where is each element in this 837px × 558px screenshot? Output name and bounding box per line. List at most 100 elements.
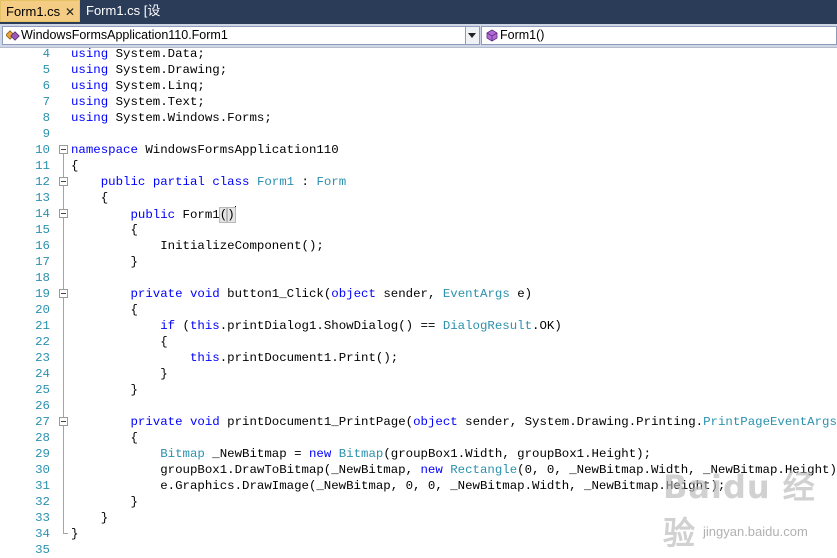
code-text: Bitmap _NewBitmap = new Bitmap(groupBox1…: [71, 446, 651, 462]
code-token: {: [71, 335, 168, 349]
collapse-icon[interactable]: [59, 417, 68, 426]
line-number: 27: [35, 415, 50, 429]
code-token: }: [71, 383, 138, 397]
line-number: 10: [35, 143, 50, 157]
code-line[interactable]: 26: [0, 398, 837, 414]
code-text: {: [71, 190, 108, 206]
code-line[interactable]: 19 private void button1_Click(object sen…: [0, 286, 837, 302]
code-text: }: [71, 510, 108, 526]
class-dropdown[interactable]: WindowsFormsApplication110.Form1: [2, 26, 480, 45]
code-line[interactable]: 13 {: [0, 190, 837, 206]
code-text: namespace WindowsFormsApplication110: [71, 142, 339, 158]
code-token: (: [175, 319, 190, 333]
line-number: 5: [42, 63, 50, 77]
collapse-icon[interactable]: [59, 145, 68, 154]
code-line[interactable]: 9: [0, 126, 837, 142]
code-token: {: [71, 159, 79, 173]
chevron-down-icon[interactable]: [465, 27, 479, 44]
code-text: using System.Drawing;: [71, 62, 227, 78]
keyword-token: private: [130, 415, 183, 429]
code-line[interactable]: 7 using System.Text;: [0, 94, 837, 110]
watermark: Baidu 经验 jingyan.baidu.com: [655, 462, 835, 554]
code-text: {: [71, 430, 138, 446]
code-text: InitializeComponent();: [71, 238, 324, 254]
code-token: }: [71, 255, 138, 269]
line-number: 28: [35, 431, 50, 445]
line-number: 9: [42, 127, 50, 141]
line-number: 8: [42, 111, 50, 125]
code-line[interactable]: 8 using System.Windows.Forms;: [0, 110, 837, 126]
code-token: {: [71, 431, 138, 445]
code-line[interactable]: 18: [0, 270, 837, 286]
code-token: :: [294, 175, 317, 189]
code-token: }: [71, 367, 168, 381]
document-tab-bar: Form1.cs ✕ Form1.cs [设计]: [0, 0, 837, 40]
code-token: }: [71, 527, 79, 541]
method-icon: [486, 29, 498, 42]
code-line[interactable]: 25 }: [0, 382, 837, 398]
line-number: 17: [35, 255, 50, 269]
code-token: .OK): [532, 319, 562, 333]
collapse-icon[interactable]: [59, 289, 68, 298]
code-line[interactable]: 17 }: [0, 254, 837, 270]
code-line[interactable]: 29 Bitmap _NewBitmap = new Bitmap(groupB…: [0, 446, 837, 462]
code-line[interactable]: 11 {: [0, 158, 837, 174]
code-line[interactable]: 5 using System.Drawing;: [0, 62, 837, 78]
collapse-icon[interactable]: [59, 209, 68, 218]
code-line[interactable]: 4 using System.Data;: [0, 46, 837, 62]
code-line[interactable]: 27 private void printDocument1_PrintPage…: [0, 414, 837, 430]
code-text: }: [71, 494, 137, 510]
brace-match-token: ): [226, 207, 236, 223]
code-line[interactable]: 16 InitializeComponent();: [0, 238, 837, 254]
code-token: .printDocument1.Print();: [219, 351, 399, 365]
type-token: PrintPageEventArgs: [703, 415, 837, 429]
type-token: DialogResult: [442, 319, 533, 333]
type-token: EventArgs: [442, 287, 510, 301]
code-text: using System.Linq;: [71, 78, 205, 94]
code-text: using System.Windows.Forms;: [71, 110, 272, 126]
code-text: public Form1(): [71, 206, 236, 223]
code-token: e.Graphics.DrawImage(_NewBitmap, 0, 0, _…: [71, 479, 726, 493]
line-number: 35: [35, 543, 50, 557]
code-text: }: [71, 254, 138, 270]
member-dropdown[interactable]: Form1(): [481, 26, 837, 45]
code-line[interactable]: 20 {: [0, 302, 837, 318]
code-text: {: [71, 158, 78, 174]
code-line[interactable]: 15 {: [0, 222, 837, 238]
class-icon: [6, 30, 20, 41]
code-token: groupBox1.DrawToBitmap(_NewBitmap,: [71, 463, 421, 477]
line-number: 22: [35, 335, 50, 349]
code-line[interactable]: 24 }: [0, 366, 837, 382]
tab-form1-cs[interactable]: Form1.cs ✕: [0, 0, 80, 22]
code-line[interactable]: 28 {: [0, 430, 837, 446]
type-token: Form: [316, 175, 347, 189]
navigation-bar: WindowsFormsApplication110.Form1 Form1(): [0, 24, 837, 48]
code-line[interactable]: 23 this.printDocument1.Print();: [0, 350, 837, 366]
code-token: {: [71, 191, 109, 205]
code-text: {: [71, 334, 168, 350]
code-line[interactable]: 12 public partial class Form1 : Form: [0, 174, 837, 190]
line-number: 33: [35, 511, 50, 525]
close-icon[interactable]: ✕: [65, 1, 75, 23]
keyword-token: this: [189, 351, 220, 365]
line-number: 34: [35, 527, 50, 541]
code-text: }: [71, 382, 138, 398]
code-line[interactable]: 21 if (this.printDialog1.ShowDialog() ==…: [0, 318, 837, 334]
code-text: {: [71, 302, 137, 318]
code-line[interactable]: 22 {: [0, 334, 837, 350]
code-line[interactable]: 6 using System.Linq;: [0, 78, 837, 94]
tab-form1-designer[interactable]: Form1.cs [设计]: [82, 0, 178, 40]
code-token: {: [71, 223, 138, 237]
line-number: 30: [35, 463, 50, 477]
code-token: System.Data;: [108, 47, 205, 61]
collapse-icon[interactable]: [59, 177, 68, 186]
keyword-token: namespace: [71, 143, 138, 157]
code-line[interactable]: 14 public Form1(): [0, 206, 837, 223]
code-token: .printDialog1.ShowDialog() ==: [219, 319, 443, 333]
code-line[interactable]: 10 namespace WindowsFormsApplication110: [0, 142, 837, 158]
